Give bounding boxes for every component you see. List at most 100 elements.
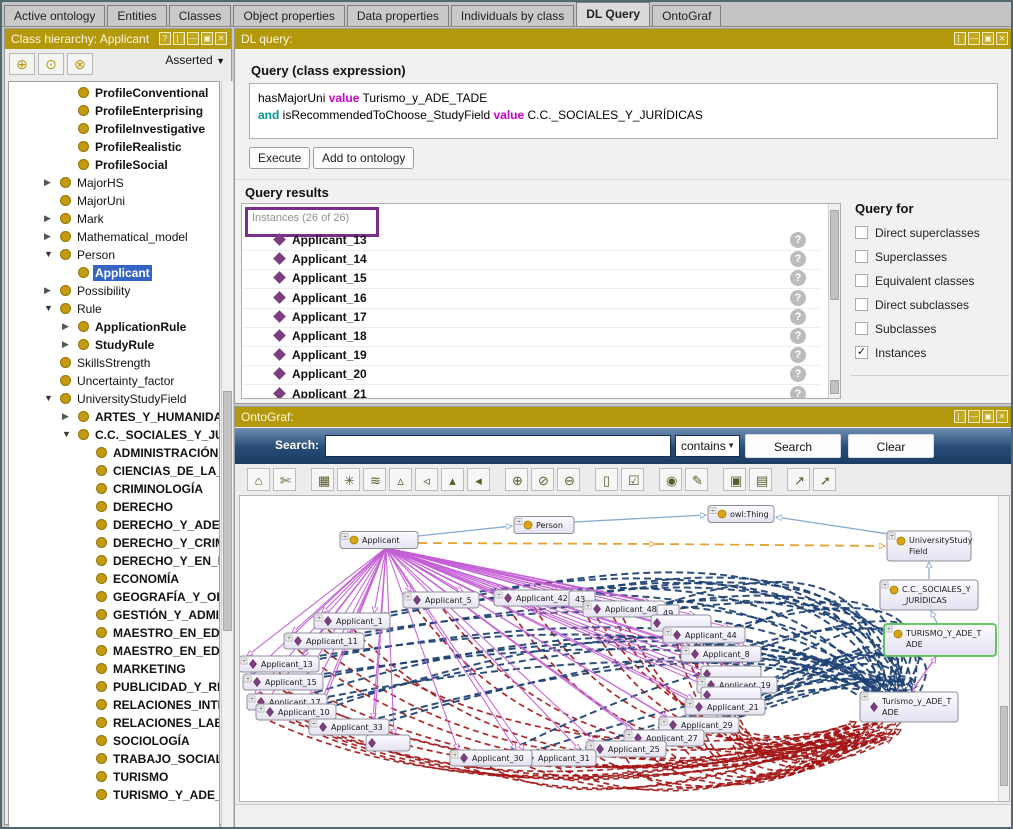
tree-item-derecho-y-ade-dade[interactable]: DERECHO_Y_ADE_DADE xyxy=(9,516,219,534)
tree-expand-arrow[interactable]: ▶ xyxy=(44,231,51,242)
tree-item-mark[interactable]: ▶Mark xyxy=(9,210,219,228)
individual-node-applicant-1[interactable]: +Applicant_1 xyxy=(314,613,390,629)
explain-button[interactable]: ? xyxy=(790,328,806,344)
tree-item-studyrule[interactable]: ▶StudyRule xyxy=(9,336,219,354)
tree-item-gesti-n-y-administr[interactable]: GESTIÓN_Y_ADMINISTR xyxy=(9,606,219,624)
checkbox-unchecked[interactable] xyxy=(855,226,868,239)
window-icon-split[interactable]: ❘❘ xyxy=(173,32,185,45)
window-icon-minimize[interactable]: — xyxy=(187,32,199,45)
results-vertical-scrollbar[interactable] xyxy=(828,204,840,398)
checkbox-unchecked[interactable] xyxy=(855,274,868,287)
tree-item-rule[interactable]: ▼Rule xyxy=(9,300,219,318)
window-icon-maximize[interactable]: ▣ xyxy=(982,32,994,45)
window-icon-split[interactable]: ❘❘ xyxy=(954,32,966,45)
window-icon-close[interactable]: ✕ xyxy=(996,32,1008,45)
tree-collapse-arrow[interactable]: ▼ xyxy=(44,393,53,403)
individual-node-applicant-8[interactable]: +Applicant_8 xyxy=(681,646,761,662)
zoom-out-icon[interactable]: ⊖ xyxy=(557,468,580,491)
tree-item-c-c-sociales-y-jur-dicas[interactable]: ▼C.C._SOCIALES_Y_JURÍDICAS xyxy=(9,426,219,444)
home-icon[interactable]: ⌂ xyxy=(247,468,270,491)
tree-item-derecho[interactable]: DERECHO xyxy=(9,498,219,516)
result-row-applicant-14[interactable]: Applicant_14? xyxy=(242,250,820,270)
tree-expand-arrow[interactable]: ▶ xyxy=(62,339,69,350)
tree-item-turismo[interactable]: TURISMO xyxy=(9,768,219,786)
tree-horizontal-alt-layout-icon[interactable]: ◂ xyxy=(467,468,490,491)
tree-item-ciencias-de-la-activ[interactable]: CIENCIAS_DE_LA_ACTIV xyxy=(9,462,219,480)
tree-item-turismo-y-ade-tade[interactable]: TURISMO_Y_ADE_TADE xyxy=(9,786,219,804)
node-filter-icon[interactable]: ☑ xyxy=(621,468,644,491)
checkbox-unchecked[interactable] xyxy=(855,250,868,263)
radial-layout-icon[interactable]: ✳ xyxy=(337,468,360,491)
screenshot-icon[interactable]: ◉ xyxy=(659,468,682,491)
tree-item-mathematical-model[interactable]: ▶Mathematical_model xyxy=(9,228,219,246)
tree-item-applicant[interactable]: Applicant xyxy=(9,264,219,282)
tree-item-maestro-en-educac[interactable]: MAESTRO_EN_EDUCAC xyxy=(9,642,219,660)
tree-expand-arrow[interactable]: ▶ xyxy=(62,321,69,332)
tree-expand-arrow[interactable]: ▶ xyxy=(44,285,51,296)
tree-item-econom-a[interactable]: ECONOMÍA xyxy=(9,570,219,588)
class-node-applicant[interactable]: +Applicant xyxy=(340,532,418,549)
result-row-applicant-19[interactable]: Applicant_19? xyxy=(242,346,820,366)
tree-expand-arrow[interactable]: ▶ xyxy=(44,177,51,188)
window-icon-maximize[interactable]: ▣ xyxy=(201,32,213,45)
result-row-applicant-17[interactable]: Applicant_17? xyxy=(242,308,820,328)
result-row-applicant-16[interactable]: Applicant_16? xyxy=(242,289,820,309)
individual-node-applicant-33[interactable]: +Applicant_33 xyxy=(309,719,389,735)
grid-layout-icon[interactable]: ▦ xyxy=(311,468,334,491)
add-to-ontology-button[interactable]: Add to ontology xyxy=(313,147,414,169)
tree-vertical-layout-icon[interactable]: ▵ xyxy=(389,468,412,491)
tab-entities[interactable]: Entities xyxy=(107,5,166,26)
tree-item-profileinvestigative[interactable]: ProfileInvestigative xyxy=(9,120,219,138)
tree-item-marketing[interactable]: MARKETING xyxy=(9,660,219,678)
tree-item-derecho-y-criminol[interactable]: DERECHO_Y_CRIMINOL xyxy=(9,534,219,552)
tree-item-majoruni[interactable]: MajorUni xyxy=(9,192,219,210)
tree-item-skillsstrength[interactable]: SkillsStrength xyxy=(9,354,219,372)
tab-dl-query[interactable]: DL Query xyxy=(576,2,650,26)
delete-class-button[interactable]: ⊗ xyxy=(67,53,93,75)
clear-button[interactable]: Clear xyxy=(848,434,934,458)
tree-item-majorhs[interactable]: ▶MajorHS xyxy=(9,174,219,192)
export-config-icon[interactable]: ▯ xyxy=(595,468,618,491)
checkbox-unchecked[interactable] xyxy=(855,322,868,335)
match-mode-dropdown[interactable]: contains ▼ xyxy=(675,435,740,457)
checkbox-checked[interactable]: ✓ xyxy=(855,346,868,359)
result-row-applicant-21[interactable]: Applicant_21? xyxy=(242,385,820,399)
tab-active-ontology[interactable]: Active ontology xyxy=(4,5,105,26)
explain-button[interactable]: ? xyxy=(790,290,806,306)
individual-node-applicant-21[interactable]: +Applicant_21 xyxy=(685,699,765,715)
window-icon-close[interactable]: ✕ xyxy=(215,32,227,45)
execute-button[interactable]: Execute xyxy=(249,147,310,169)
individual-node-applicant-42[interactable]: +Applicant_42 xyxy=(494,590,574,606)
window-icon-split[interactable]: ❘❘ xyxy=(954,410,966,423)
tree-item-sociolog-a[interactable]: SOCIOLOGÍA xyxy=(9,732,219,750)
pin-node-icon[interactable]: ➚ xyxy=(813,468,836,491)
tree-vertical-alt-layout-icon[interactable]: ▴ xyxy=(441,468,464,491)
tab-data-properties[interactable]: Data properties xyxy=(347,5,449,26)
result-row-applicant-20[interactable]: Applicant_20? xyxy=(242,365,820,385)
class-node-owl-thing[interactable]: +owl:Thing xyxy=(708,506,774,523)
tab-classes[interactable]: Classes xyxy=(169,5,232,26)
individual-node-applicant-25[interactable]: +Applicant_25 xyxy=(586,741,666,757)
tab-ontograf[interactable]: OntoGraf xyxy=(652,5,721,26)
zoom-in-icon[interactable]: ⊕ xyxy=(505,468,528,491)
individual-node-applicant-15[interactable]: +Applicant_15 xyxy=(243,674,323,690)
class-node-person[interactable]: +Person xyxy=(514,517,574,534)
tree-item-applicationrule[interactable]: ▶ApplicationRule xyxy=(9,318,219,336)
tree-item-profilerealistic[interactable]: ProfileRealistic xyxy=(9,138,219,156)
result-row-applicant-15[interactable]: Applicant_15? xyxy=(242,269,820,289)
detach-icon[interactable]: ✄ xyxy=(273,468,296,491)
result-row-applicant-13[interactable]: Applicant_13? xyxy=(242,231,820,251)
individual-node-fragment[interactable] xyxy=(366,735,410,751)
tree-item-criminolog-a[interactable]: CRIMINOLOGÍA xyxy=(9,480,219,498)
export-image-icon[interactable]: ↗ xyxy=(787,468,810,491)
save-icon[interactable]: ▣ xyxy=(723,468,746,491)
explain-button[interactable]: ? xyxy=(790,386,806,399)
tree-item-relaciones-labora[interactable]: RELACIONES_LABORA xyxy=(9,714,219,732)
explain-button[interactable]: ? xyxy=(790,347,806,363)
tree-item-trabajo-social[interactable]: TRABAJO_SOCIAL xyxy=(9,750,219,768)
tree-item-derecho-y-en-relac[interactable]: DERECHO_Y_EN_RELAC xyxy=(9,552,219,570)
class-node-turismo-y-ade-tade[interactable]: +TURISMO_Y_ADE_TADE xyxy=(884,624,996,656)
hierarchy-view-dropdown[interactable]: Asserted ▼ xyxy=(165,53,225,67)
tree-item-administraci-n-y-dir[interactable]: ADMINISTRACIÓN_Y_DIR xyxy=(9,444,219,462)
tree-vertical-scrollbar[interactable] xyxy=(221,81,233,828)
